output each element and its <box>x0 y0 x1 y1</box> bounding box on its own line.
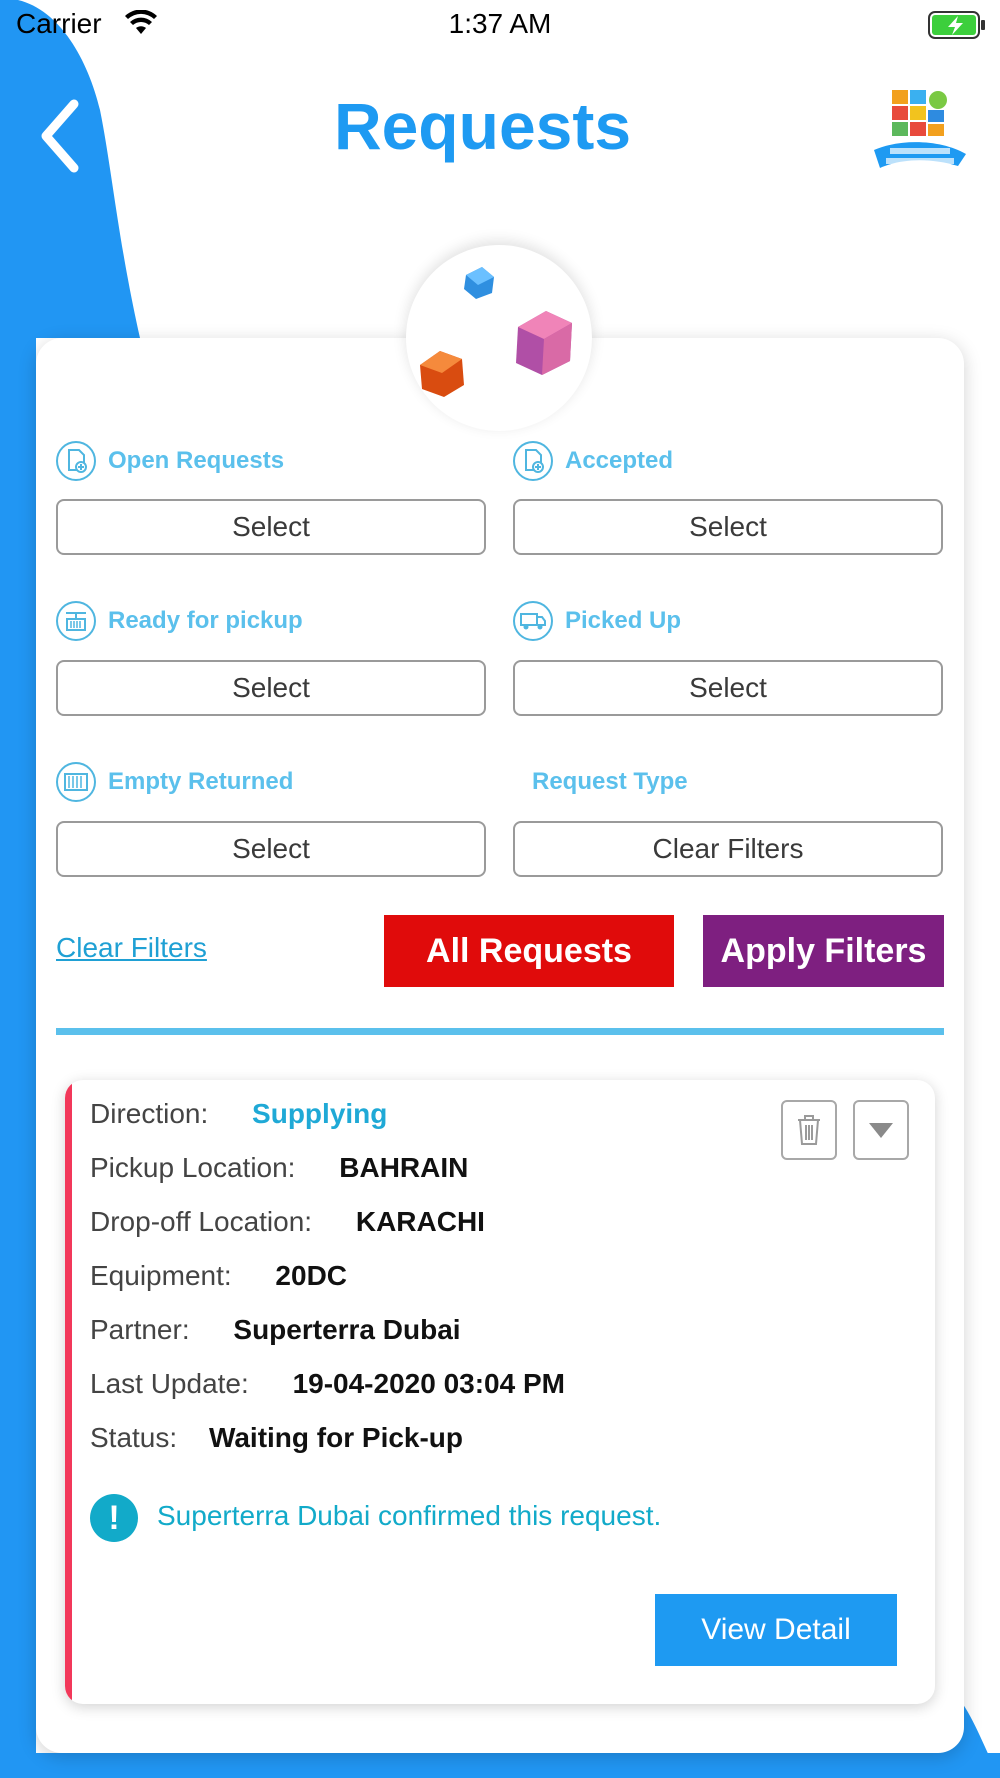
picked-up-select[interactable]: Select <box>513 660 943 716</box>
partner-label: Partner: <box>90 1314 190 1345</box>
filter-label-request-type: Request Type <box>532 759 688 805</box>
direction-label: Direction: <box>90 1098 209 1129</box>
filter-label-open-requests: Open Requests <box>56 438 284 484</box>
status-row: Status: Waiting for Pick-up <box>90 1422 463 1454</box>
last-update-label: Last Update: <box>90 1368 249 1399</box>
filter-label-empty-returned: Empty Returned <box>56 759 293 805</box>
filter-label-text: Open Requests <box>108 447 285 474</box>
filter-label-text: Empty Returned <box>108 768 294 795</box>
status-label: Status: <box>90 1422 178 1453</box>
all-requests-button[interactable]: All Requests <box>384 915 674 987</box>
partner-value: Superterra Dubai <box>233 1314 461 1345</box>
request-card: Direction: Supplying Pickup Location: BA… <box>65 1080 935 1704</box>
filter-label-text: Ready for pickup <box>108 607 303 634</box>
accepted-select[interactable]: Select <box>513 499 943 555</box>
cubes-icon <box>420 267 572 397</box>
status-bar: Carrier 1:37 AM <box>0 0 1000 52</box>
last-update-row: Last Update: 19-04-2020 03:04 PM <box>90 1368 565 1400</box>
container-crane-icon <box>56 601 96 641</box>
container-icon <box>56 762 96 802</box>
info-alert-icon: ! <box>90 1494 138 1542</box>
clear-filters-link[interactable]: Clear Filters <box>56 932 207 964</box>
pickup-row: Pickup Location: BAHRAIN <box>90 1152 468 1184</box>
ready-for-pickup-select[interactable]: Select <box>56 660 486 716</box>
trash-icon <box>798 1115 820 1145</box>
status-time: 1:37 AM <box>448 8 552 39</box>
request-type-select[interactable]: Clear Filters <box>513 821 943 877</box>
direction-value: Supplying <box>252 1098 388 1129</box>
filter-label-ready-for-pickup: Ready for pickup <box>56 598 303 644</box>
confirmation-notice: Superterra Dubai confirmed this request. <box>157 1500 662 1531</box>
status-value: Waiting for Pick-up <box>208 1422 464 1453</box>
document-add-icon <box>56 441 96 481</box>
expand-button[interactable] <box>853 1100 909 1160</box>
equipment-row: Equipment: 20DC <box>90 1260 347 1292</box>
filter-label-text: Accepted <box>565 447 674 474</box>
empty-returned-select[interactable]: Select <box>56 821 486 877</box>
filter-label-text: Picked Up <box>565 607 682 634</box>
request-accent-bar <box>65 1080 72 1704</box>
pickup-label: Pickup Location: <box>90 1152 296 1183</box>
battery-charging-icon <box>928 11 985 39</box>
direction-row: Direction: Supplying <box>90 1098 387 1130</box>
last-update-value: 19-04-2020 03:04 PM <box>292 1368 565 1399</box>
trade-your-container-logo <box>874 90 966 168</box>
partner-row: Partner: Superterra Dubai <box>90 1314 461 1346</box>
requests-badge <box>406 245 592 431</box>
delete-button[interactable] <box>781 1100 837 1160</box>
filter-label-text: Request Type <box>532 768 688 795</box>
document-add-icon <box>513 441 553 481</box>
filter-label-accepted: Accepted <box>513 438 673 484</box>
chevron-down-icon <box>869 1123 893 1138</box>
filter-label-picked-up: Picked Up <box>513 598 681 644</box>
dropoff-row: Drop-off Location: KARACHI <box>90 1206 485 1238</box>
view-detail-button[interactable]: View Detail <box>655 1594 897 1666</box>
apply-filters-button[interactable]: Apply Filters <box>703 915 944 987</box>
equipment-label: Equipment: <box>90 1260 232 1291</box>
pickup-value: BAHRAIN <box>339 1152 469 1183</box>
dropoff-value: KARACHI <box>355 1206 485 1237</box>
truck-icon <box>513 601 553 641</box>
page-title: Requests <box>333 89 632 163</box>
equipment-value: 20DC <box>275 1260 348 1291</box>
open-requests-select[interactable]: Select <box>56 499 486 555</box>
header: Requests <box>0 60 1000 200</box>
dropoff-label: Drop-off Location: <box>90 1206 313 1237</box>
section-divider <box>56 1028 944 1035</box>
